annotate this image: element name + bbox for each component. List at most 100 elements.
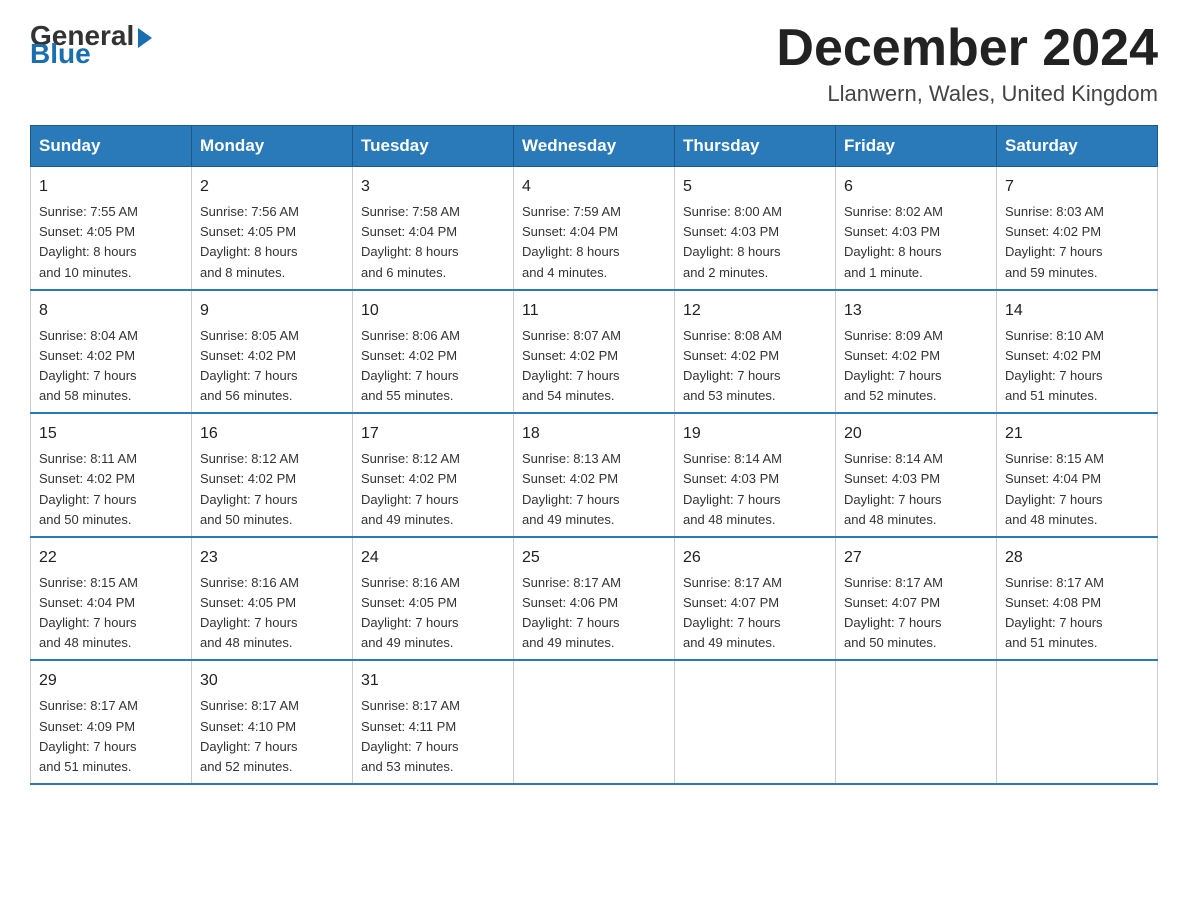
calendar-cell: 20 Sunrise: 8:14 AMSunset: 4:03 PMDayligh… [836,413,997,537]
calendar-cell [514,660,675,784]
day-number: 11 [522,299,666,323]
day-info: Sunrise: 8:12 AMSunset: 4:02 PMDaylight:… [361,449,505,530]
calendar-cell: 9 Sunrise: 8:05 AMSunset: 4:02 PMDaylight… [192,290,353,414]
day-info: Sunrise: 8:05 AMSunset: 4:02 PMDaylight:… [200,326,344,407]
day-info: Sunrise: 8:17 AMSunset: 4:07 PMDaylight:… [683,573,827,654]
calendar-week-row: 8 Sunrise: 8:04 AMSunset: 4:02 PMDaylight… [31,290,1158,414]
day-number: 4 [522,175,666,199]
day-number: 29 [39,669,183,693]
day-number: 13 [844,299,988,323]
day-info: Sunrise: 8:14 AMSunset: 4:03 PMDaylight:… [844,449,988,530]
header-wednesday: Wednesday [514,126,675,167]
day-number: 23 [200,546,344,570]
header-tuesday: Tuesday [353,126,514,167]
calendar-cell: 4 Sunrise: 7:59 AMSunset: 4:04 PMDaylight… [514,167,675,290]
calendar-cell: 11 Sunrise: 8:07 AMSunset: 4:02 PMDayligh… [514,290,675,414]
calendar-cell: 14Sunrise: 8:10 AMSunset: 4:02 PMDayligh… [997,290,1158,414]
header-sunday: Sunday [31,126,192,167]
day-number: 5 [683,175,827,199]
day-number: 9 [200,299,344,323]
calendar-cell: 6Sunrise: 8:02 AMSunset: 4:03 PMDaylight… [836,167,997,290]
calendar-header: Sunday Monday Tuesday Wednesday Thursday… [31,126,1158,167]
day-info: Sunrise: 8:17 AMSunset: 4:10 PMDaylight:… [200,696,344,777]
calendar-week-row: 29 Sunrise: 8:17 AMSunset: 4:09 PMDayligh… [31,660,1158,784]
day-number: 26 [683,546,827,570]
day-info: Sunrise: 8:09 AMSunset: 4:02 PMDaylight:… [844,326,988,407]
calendar-cell [997,660,1158,784]
title-area: December 2024 Llanwern, Wales, United Ki… [776,20,1158,107]
day-info: Sunrise: 8:17 AMSunset: 4:09 PMDaylight:… [39,696,183,777]
header-thursday: Thursday [675,126,836,167]
calendar-cell: 17 Sunrise: 8:12 AMSunset: 4:02 PMDayligh… [353,413,514,537]
calendar-cell: 8 Sunrise: 8:04 AMSunset: 4:02 PMDaylight… [31,290,192,414]
day-number: 12 [683,299,827,323]
day-info: Sunrise: 8:17 AMSunset: 4:11 PMDaylight:… [361,696,505,777]
day-info: Sunrise: 8:13 AMSunset: 4:02 PMDaylight:… [522,449,666,530]
day-number: 8 [39,299,183,323]
day-number: 6 [844,175,988,199]
day-number: 31 [361,669,505,693]
calendar-cell: 19 Sunrise: 8:14 AMSunset: 4:03 PMDayligh… [675,413,836,537]
day-info: Sunrise: 7:56 AMSunset: 4:05 PMDaylight:… [200,202,344,283]
day-number: 17 [361,422,505,446]
day-info: Sunrise: 8:16 AMSunset: 4:05 PMDaylight:… [200,573,344,654]
calendar-cell: 28 Sunrise: 8:17 AMSunset: 4:08 PMDayligh… [997,537,1158,661]
day-info: Sunrise: 8:14 AMSunset: 4:03 PMDaylight:… [683,449,827,530]
calendar-cell: 21 Sunrise: 8:15 AMSunset: 4:04 PMDayligh… [997,413,1158,537]
day-number: 22 [39,546,183,570]
day-info: Sunrise: 8:04 AMSunset: 4:02 PMDaylight:… [39,326,183,407]
day-info: Sunrise: 8:17 AMSunset: 4:08 PMDaylight:… [1005,573,1149,654]
page-header: General Blue December 2024 Llanwern, Wal… [30,20,1158,107]
day-info: Sunrise: 8:07 AMSunset: 4:02 PMDaylight:… [522,326,666,407]
calendar-subtitle: Llanwern, Wales, United Kingdom [776,81,1158,107]
day-info: Sunrise: 8:06 AMSunset: 4:02 PMDaylight:… [361,326,505,407]
day-number: 20 [844,422,988,446]
calendar-cell: 29 Sunrise: 8:17 AMSunset: 4:09 PMDayligh… [31,660,192,784]
calendar-cell: 31 Sunrise: 8:17 AMSunset: 4:11 PMDayligh… [353,660,514,784]
day-number: 21 [1005,422,1149,446]
calendar-body: 1Sunrise: 7:55 AMSunset: 4:05 PMDaylight… [31,167,1158,784]
day-info: Sunrise: 7:59 AMSunset: 4:04 PMDaylight:… [522,202,666,283]
day-info: Sunrise: 8:11 AMSunset: 4:02 PMDaylight:… [39,449,183,530]
logo-blue-text: Blue [30,38,91,70]
day-info: Sunrise: 8:00 AMSunset: 4:03 PMDaylight:… [683,202,827,283]
day-info: Sunrise: 8:12 AMSunset: 4:02 PMDaylight:… [200,449,344,530]
day-info: Sunrise: 7:58 AMSunset: 4:04 PMDaylight:… [361,202,505,283]
day-number: 25 [522,546,666,570]
calendar-cell: 27 Sunrise: 8:17 AMSunset: 4:07 PMDayligh… [836,537,997,661]
calendar-cell: 12 Sunrise: 8:08 AMSunset: 4:02 PMDayligh… [675,290,836,414]
day-info: Sunrise: 8:08 AMSunset: 4:02 PMDaylight:… [683,326,827,407]
calendar-cell [836,660,997,784]
day-number: 15 [39,422,183,446]
calendar-cell: 30Sunrise: 8:17 AMSunset: 4:10 PMDayligh… [192,660,353,784]
day-number: 10 [361,299,505,323]
calendar-cell: 5 Sunrise: 8:00 AMSunset: 4:03 PMDaylight… [675,167,836,290]
day-number: 14 [1005,299,1149,323]
calendar-title: December 2024 [776,20,1158,77]
calendar-cell: 16 Sunrise: 8:12 AMSunset: 4:02 PMDayligh… [192,413,353,537]
day-number: 27 [844,546,988,570]
day-number: 19 [683,422,827,446]
calendar-cell: 3Sunrise: 7:58 AMSunset: 4:04 PMDaylight… [353,167,514,290]
header-monday: Monday [192,126,353,167]
day-info: Sunrise: 7:55 AMSunset: 4:05 PMDaylight:… [39,202,183,283]
calendar-cell: 25 Sunrise: 8:17 AMSunset: 4:06 PMDayligh… [514,537,675,661]
calendar-cell: 15 Sunrise: 8:11 AMSunset: 4:02 PMDayligh… [31,413,192,537]
calendar-cell: 10 Sunrise: 8:06 AMSunset: 4:02 PMDayligh… [353,290,514,414]
header-saturday: Saturday [997,126,1158,167]
day-number: 18 [522,422,666,446]
day-info: Sunrise: 8:15 AMSunset: 4:04 PMDaylight:… [1005,449,1149,530]
header-friday: Friday [836,126,997,167]
day-info: Sunrise: 8:03 AMSunset: 4:02 PMDaylight:… [1005,202,1149,283]
day-info: Sunrise: 8:17 AMSunset: 4:06 PMDaylight:… [522,573,666,654]
calendar-cell: 23 Sunrise: 8:16 AMSunset: 4:05 PMDayligh… [192,537,353,661]
calendar-cell: 24Sunrise: 8:16 AMSunset: 4:05 PMDayligh… [353,537,514,661]
calendar-cell: 13 Sunrise: 8:09 AMSunset: 4:02 PMDayligh… [836,290,997,414]
calendar-cell: 1Sunrise: 7:55 AMSunset: 4:05 PMDaylight… [31,167,192,290]
calendar-cell [675,660,836,784]
day-number: 28 [1005,546,1149,570]
day-info: Sunrise: 8:17 AMSunset: 4:07 PMDaylight:… [844,573,988,654]
calendar-cell: 22Sunrise: 8:15 AMSunset: 4:04 PMDayligh… [31,537,192,661]
day-number: 2 [200,175,344,199]
day-number: 16 [200,422,344,446]
